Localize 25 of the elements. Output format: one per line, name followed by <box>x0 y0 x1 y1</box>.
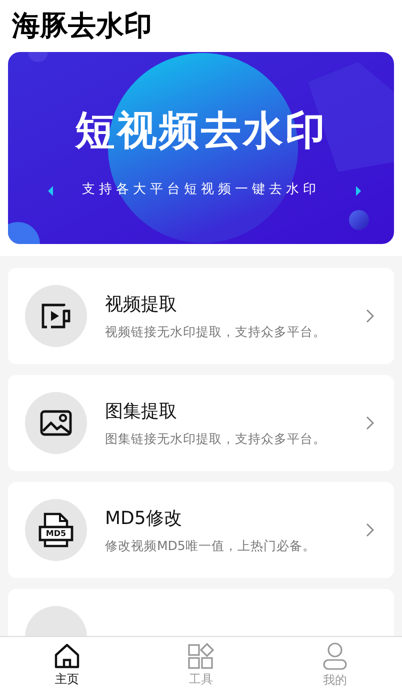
feature-card[interactable]: 图集提取 图集链接无水印提取，支持众多平台。 <box>8 375 394 471</box>
feature-title: MD5修改 <box>105 506 183 530</box>
feature-description: 图集链接无水印提取，支持众多平台。 <box>105 430 327 448</box>
app-title: 海豚去水印 <box>10 8 153 44</box>
banner[interactable]: 短视频去水印 支持各大平台短视频一键去水印 <box>8 52 394 244</box>
tab-label: 我的 <box>323 672 347 688</box>
feature-title: 视频提取 <box>105 292 178 316</box>
tab-label: 工具 <box>189 670 213 688</box>
banner-headline: 短视频去水印 <box>75 106 327 156</box>
user-icon <box>321 642 349 670</box>
feature-description: 视频链接无水印提取，支持众多平台。 <box>105 324 327 340</box>
chevron-icon <box>366 523 374 537</box>
feature-title: 图集提取 <box>105 400 178 422</box>
feature-description: 修改视频MD5唯一值，上热门必备。 <box>105 538 316 554</box>
tab-label: 主页 <box>55 670 79 688</box>
chevron-icon <box>366 309 374 323</box>
video-icon <box>39 302 73 330</box>
chevron-icon <box>366 416 374 430</box>
banner-tagline: 支持各大平台短视频一键去水印 <box>82 180 320 198</box>
image-icon <box>40 410 72 436</box>
grid-icon <box>187 642 215 668</box>
home-icon <box>53 642 81 668</box>
feature-card[interactable]: MD5 MD5修改 修改视频MD5唯一值，上热门必备。 <box>8 482 394 578</box>
feature-card[interactable]: 视频提取 视频链接无水印提取，支持众多平台。 <box>8 268 394 364</box>
tab-item[interactable]: 主页 <box>0 637 134 693</box>
